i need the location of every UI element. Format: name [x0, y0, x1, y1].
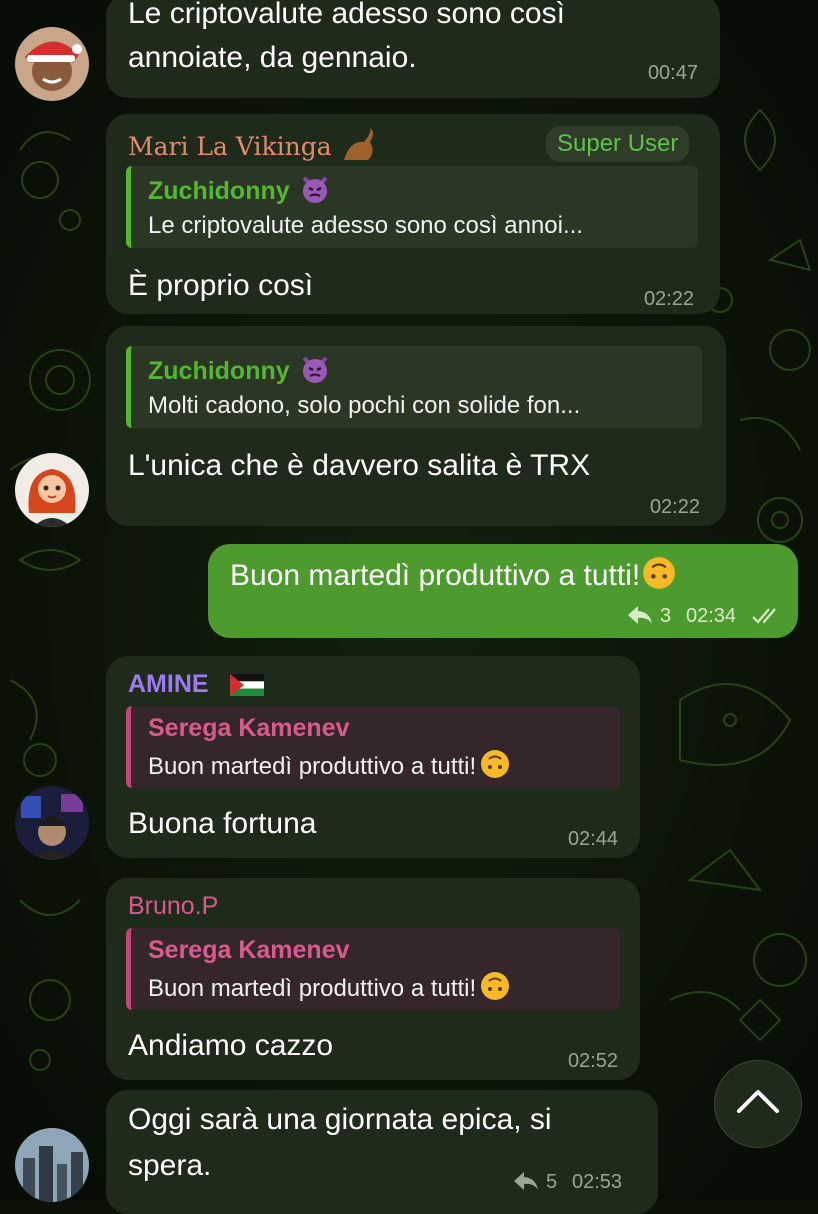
message-text: Oggi sarà una giornata epica, si: [128, 1103, 552, 1136]
message-text: Buon martedì produttivo a tutti!: [230, 554, 676, 598]
outgoing-message-bubble[interactable]: Buon martedì produttivo a tutti! 3 02:34: [208, 544, 798, 638]
double-check-icon: [752, 608, 776, 624]
message-text: annoiate, da gennaio.: [128, 41, 417, 74]
reply-author: Serega Kamenev: [148, 936, 350, 964]
message-time: 02:22: [643, 288, 694, 310]
message-text: L'unica che è davvero salita è TRX: [128, 449, 591, 482]
message-text-content: Buon martedì produttivo a tutti!: [230, 559, 641, 592]
reply-quote[interactable]: Zuchidonny Le criptovalute adesso sono c…: [126, 166, 698, 248]
sender-name[interactable]: Mari La Vikinga: [128, 132, 332, 161]
devil-emoji: [302, 356, 328, 383]
reply-quote[interactable]: Zuchidonny Molti cadono, solo pochi con …: [126, 346, 702, 428]
message-bubble[interactable]: Mari La Vikinga Super User Zuchidonny Le…: [106, 114, 720, 314]
reply-quote[interactable]: Serega Kamenev Buon martedì produttivo a…: [126, 928, 620, 1010]
palestine-flag: [230, 674, 264, 696]
reply-count: 3: [660, 605, 672, 627]
message-text: Buona fortuna: [128, 807, 317, 840]
super-user-badge: Super User: [546, 126, 690, 162]
reply-preview-row: Buon martedì produttivo a tutti!: [148, 749, 620, 781]
forward-reply-icon: [628, 606, 652, 624]
sender-name[interactable]: Bruno.P: [128, 892, 218, 921]
reply-preview: Buon martedì produttivo a tutti!: [148, 753, 477, 780]
message-text: spera.: [128, 1149, 212, 1182]
message-time: 02:44: [567, 828, 618, 850]
reply-quote[interactable]: Serega Kamenev Buon martedì produttivo a…: [126, 706, 620, 788]
forward-reply-icon: [514, 1172, 538, 1190]
message-time: 02:53: [572, 1171, 623, 1193]
message-time: 02:52: [567, 1050, 618, 1072]
reply-preview: Molti cadono, solo pochi con solide fon.…: [148, 392, 581, 419]
santa-avatar[interactable]: [15, 27, 89, 101]
upside-down-emoji: [643, 557, 676, 589]
message-time: 02:22: [649, 496, 700, 518]
message-bubble[interactable]: AMINE Serega Kamenev Buon martedì produt…: [106, 656, 640, 858]
upside-down-emoji: [481, 972, 510, 1000]
devil-emoji: [302, 176, 328, 203]
message-time: 02:34: [686, 605, 737, 627]
reply-preview-row: Buon martedì produttivo a tutti!: [148, 971, 620, 1003]
message-bubble[interactable]: Oggi sarà una giornata epica, si spera. …: [106, 1090, 658, 1214]
message-bubble[interactable]: Le criptovalute adesso sono così annoiat…: [106, 0, 720, 98]
reply-author: Serega Kamenev: [148, 714, 350, 742]
message-text: È proprio così: [128, 269, 314, 302]
redhead-avatar[interactable]: [15, 453, 89, 527]
chevron-up-icon: [737, 1090, 779, 1113]
upside-down-emoji: [481, 750, 510, 778]
message-text: Andiamo cazzo: [128, 1029, 334, 1062]
reply-author: Zuchidonny: [148, 357, 290, 385]
sender-name[interactable]: AMINE: [128, 670, 209, 699]
message-bubble[interactable]: Zuchidonny Molti cadono, solo pochi con …: [106, 326, 726, 526]
message-time: 00:47: [647, 62, 698, 84]
reply-count: 5: [546, 1171, 558, 1193]
seal-emoji: [344, 128, 373, 160]
scroll-to-bottom-button[interactable]: [714, 1060, 802, 1148]
reply-preview: Le criptovalute adesso sono così annoi..…: [148, 212, 583, 239]
city-avatar[interactable]: [15, 1128, 89, 1202]
message-bubble[interactable]: Bruno.P Serega Kamenev Buon martedì prod…: [106, 878, 640, 1080]
amine-avatar[interactable]: [15, 786, 89, 860]
reply-preview: Buon martedì produttivo a tutti!: [148, 975, 477, 1002]
message-text: Le criptovalute adesso sono così: [128, 0, 565, 30]
reply-author: Zuchidonny: [148, 177, 290, 205]
